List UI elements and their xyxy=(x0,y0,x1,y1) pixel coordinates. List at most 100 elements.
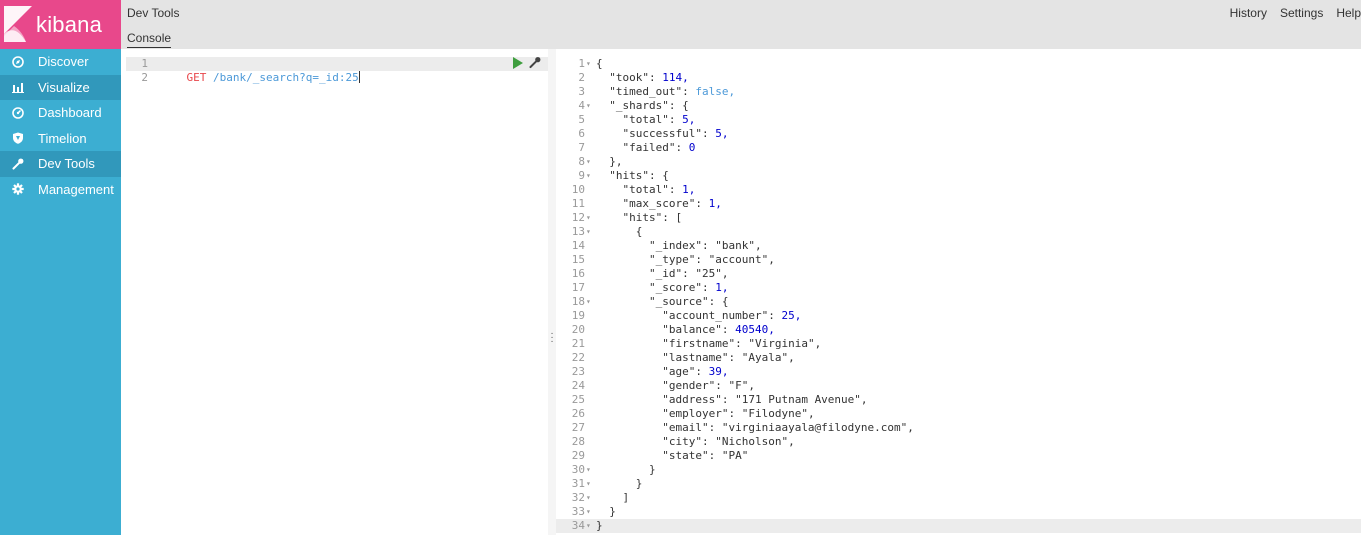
line-number: 1 xyxy=(578,57,585,70)
sidebar-item-label: Visualize xyxy=(38,79,90,95)
response-line: 27 "email": "virginiaayala@filodyne.com"… xyxy=(556,421,1361,435)
response-line-text: "employer": "Filodyne", xyxy=(662,407,815,420)
sidebar: kibana Discover Visualize Dashboard Time… xyxy=(0,0,121,535)
sidebar-item-management[interactable]: Management xyxy=(0,177,121,203)
response-line-text: } xyxy=(596,505,616,518)
response-line-text: "hits": [ xyxy=(622,211,683,224)
wrench-icon[interactable] xyxy=(529,56,541,69)
response-line-text: "hits": { xyxy=(609,169,669,182)
line-number: 22 xyxy=(571,351,585,364)
line-number: 6 xyxy=(578,127,585,140)
response-line-text: "lastname": "Ayala", xyxy=(662,351,795,364)
line-number: 23 xyxy=(571,365,585,378)
sidebar-item-label: Dev Tools xyxy=(38,156,95,172)
sidebar-item-discover[interactable]: Discover xyxy=(0,49,121,75)
response-line-text: } xyxy=(596,463,656,476)
sidebar-item-visualize[interactable]: Visualize xyxy=(0,74,121,100)
fold-toggle-icon[interactable]: ▾ xyxy=(586,57,591,71)
fold-toggle-icon[interactable]: ▾ xyxy=(586,169,591,183)
fold-toggle-icon[interactable]: ▾ xyxy=(586,505,591,519)
response-line-text: "total": 1, xyxy=(622,183,696,196)
line-number: 3 xyxy=(578,85,585,98)
fold-toggle-icon[interactable]: ▾ xyxy=(586,491,591,505)
compass-icon xyxy=(11,55,25,69)
sidebar-nav: Discover Visualize Dashboard Timelion De… xyxy=(0,49,121,202)
response-line: 30 ▾ } xyxy=(556,463,1361,477)
response-line: 17 "_score": 1, xyxy=(556,281,1361,295)
fold-toggle-icon[interactable]: ▾ xyxy=(586,211,591,225)
sidebar-item-dev-tools[interactable]: Dev Tools xyxy=(0,151,121,177)
line-number: 8 xyxy=(578,155,585,168)
wrench-icon xyxy=(11,157,25,171)
sidebar-item-timelion[interactable]: Timelion xyxy=(0,126,121,152)
response-line-text: } xyxy=(596,477,643,490)
help-link[interactable]: Help xyxy=(1336,6,1361,20)
response-line-text: }, xyxy=(596,155,623,168)
response-line-text: ] xyxy=(596,491,630,504)
request-line[interactable]: GET /bank/_search?q=_id:25 xyxy=(160,57,360,84)
line-number: 27 xyxy=(571,421,585,434)
line-number: 32 xyxy=(571,491,585,504)
response-line: 21 "firstname": "Virginia", xyxy=(556,337,1361,351)
response-line: 16 "_id": "25", xyxy=(556,267,1361,281)
bar-chart-icon xyxy=(11,80,25,94)
line-number: 30 xyxy=(571,463,585,476)
pane-resize-handle[interactable]: · · · xyxy=(548,49,556,535)
response-line-text: "address": "171 Putnam Avenue", xyxy=(662,393,868,406)
line-number: 20 xyxy=(571,323,585,336)
line-number: 15 xyxy=(571,253,585,266)
response-line: 19 "account_number": 25, xyxy=(556,309,1361,323)
line-number: 10 xyxy=(571,183,585,196)
fold-toggle-icon[interactable]: ▾ xyxy=(586,295,591,309)
fold-toggle-icon[interactable]: ▾ xyxy=(586,225,591,239)
kibana-logo[interactable]: kibana xyxy=(0,0,121,49)
fold-toggle-icon[interactable]: ▾ xyxy=(586,519,591,533)
sidebar-item-label: Dashboard xyxy=(38,105,102,121)
text-cursor xyxy=(358,71,360,83)
settings-link[interactable]: Settings xyxy=(1280,6,1323,20)
response-line-text: "successful": 5, xyxy=(622,127,729,140)
page-title: Dev Tools xyxy=(127,6,180,20)
response-line: 5 "total": 5, xyxy=(556,113,1361,127)
response-line: 25 "address": "171 Putnam Avenue", xyxy=(556,393,1361,407)
request-editor[interactable]: 1 2 GET /bank/_search?q=_id:25 xyxy=(126,54,548,535)
response-line: 26 "employer": "Filodyne", xyxy=(556,407,1361,421)
play-icon[interactable] xyxy=(513,57,523,69)
response-line: 31 ▾ } xyxy=(556,477,1361,491)
response-line: 7 "failed": 0 xyxy=(556,141,1361,155)
response-line: 9 ▾ "hits": { xyxy=(556,169,1361,183)
sidebar-item-label: Discover xyxy=(38,54,89,70)
response-line-text: "total": 5, xyxy=(622,113,696,126)
response-line: 15 "_type": "account", xyxy=(556,253,1361,267)
line-number: 21 xyxy=(571,337,585,350)
tab-console[interactable]: Console xyxy=(127,31,172,48)
response-line-text: "timed_out": false, xyxy=(609,85,736,98)
sidebar-item-label: Timelion xyxy=(38,130,87,146)
line-number: 1 xyxy=(141,57,148,70)
response-line-text: "age": 39, xyxy=(662,365,729,378)
line-number: 19 xyxy=(571,309,585,322)
line-number: 18 xyxy=(571,295,585,308)
fold-toggle-icon[interactable]: ▾ xyxy=(586,463,591,477)
response-line-text: "email": "virginiaayala@filodyne.com", xyxy=(662,421,914,434)
history-link[interactable]: History xyxy=(1230,6,1267,20)
response-line-text: "state": "PA" xyxy=(662,449,749,462)
line-number: 33 xyxy=(571,505,585,518)
line-number: 29 xyxy=(571,449,585,462)
grip-icon: · · · xyxy=(550,328,554,347)
response-line: 23 "age": 39, xyxy=(556,365,1361,379)
fold-toggle-icon[interactable]: ▾ xyxy=(586,477,591,491)
line-number: 14 xyxy=(571,239,585,252)
fold-toggle-icon[interactable]: ▾ xyxy=(586,99,591,113)
request-method: GET xyxy=(186,71,207,84)
line-number: 7 xyxy=(578,141,585,154)
response-line-text: "gender": "F", xyxy=(662,379,755,392)
request-url: /bank/_search?q=_id:25 xyxy=(206,71,359,84)
sidebar-item-dashboard[interactable]: Dashboard xyxy=(0,100,121,126)
response-line-text: "_source": { xyxy=(648,295,729,308)
response-line-text: { xyxy=(596,57,603,70)
fold-toggle-icon[interactable]: ▾ xyxy=(586,155,591,169)
response-output[interactable]: 1 ▾{2 "took": 114, 3 "timed_out": false, 4 ▾… xyxy=(556,54,1361,535)
dashboard-icon xyxy=(11,106,25,120)
response-line: 13 ▾ { xyxy=(556,225,1361,239)
